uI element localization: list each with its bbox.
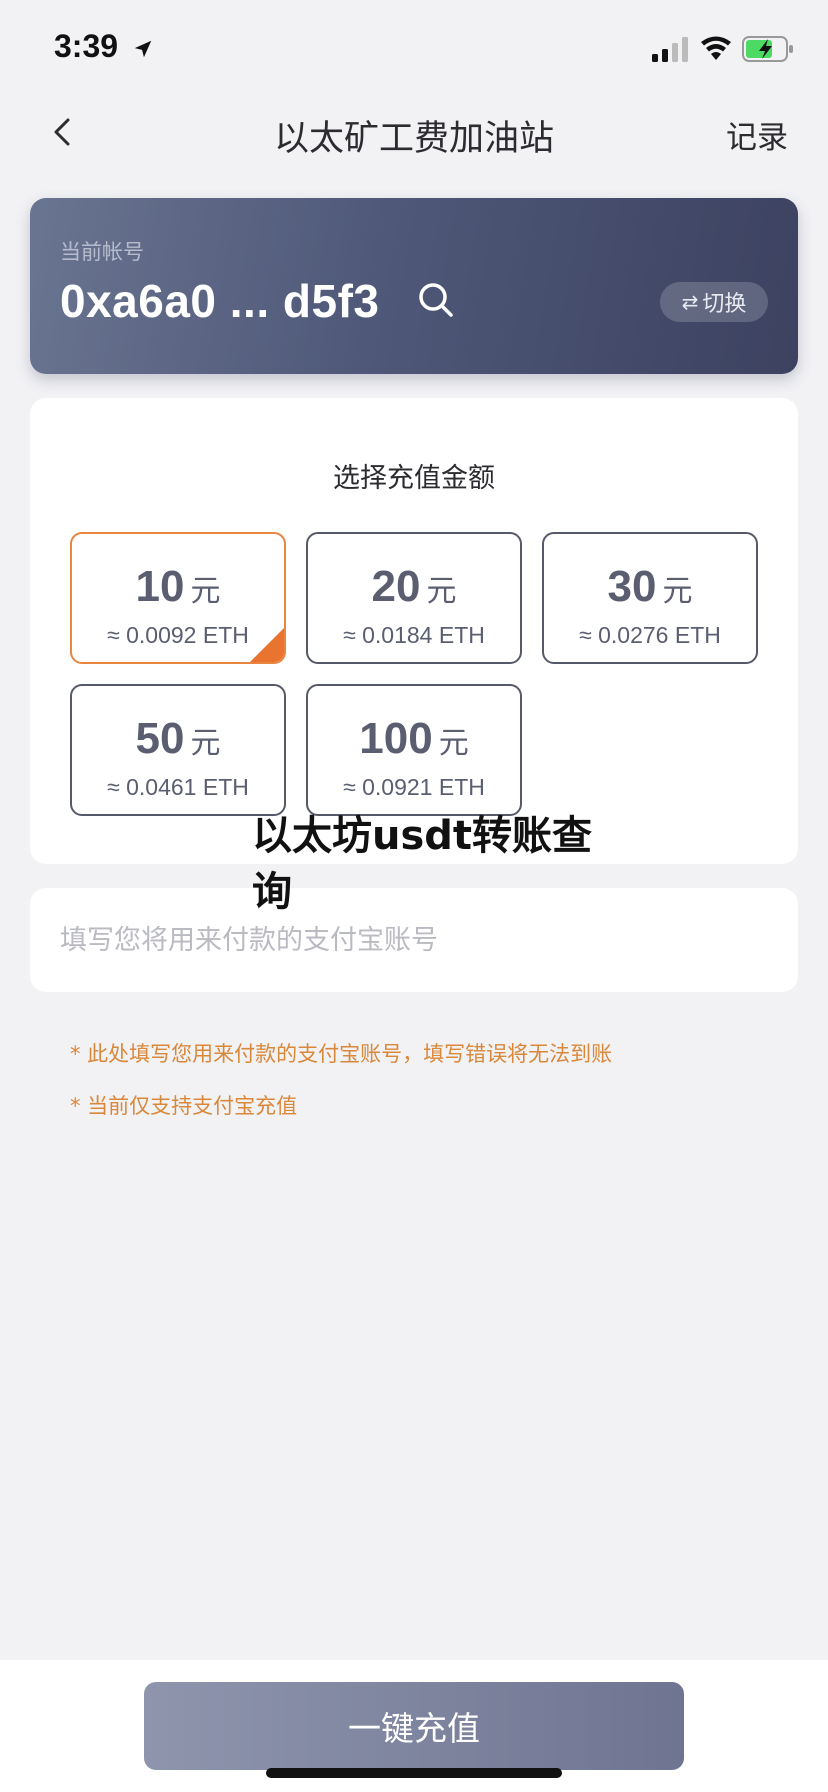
- amount-eth: ≈ 0.0184 ETH: [343, 622, 485, 648]
- wifi-icon: [701, 36, 731, 60]
- selected-corner-mark: [248, 626, 284, 662]
- amount-card: 选择充值金额 10 元 ≈ 0.0092 ETH 20 元 ≈ 0.0184 ETH…: [30, 398, 798, 864]
- bottom-bar: 一键充值: [0, 1660, 828, 1792]
- amount-eth: ≈ 0.0921 ETH: [343, 774, 485, 800]
- page-title: 以太矿工费加油站: [273, 119, 554, 159]
- location-arrow-icon: [134, 40, 152, 58]
- amount-eth: ≈ 0.0276 ETH: [579, 622, 721, 648]
- account-address: 0xa6a0 ... d5f3: [60, 275, 380, 327]
- switch-label: 切换: [702, 292, 747, 317]
- status-time: 3:39: [54, 28, 119, 64]
- amount-unit: 元: [438, 726, 469, 761]
- alipay-account-input[interactable]: [60, 914, 760, 966]
- amount-option-100[interactable]: 100 元 ≈ 0.0921 ETH: [306, 684, 522, 816]
- switch-account-button[interactable]: ⇄ 切换: [660, 282, 768, 322]
- search-icon[interactable]: [416, 280, 456, 320]
- note-alipay-account: * 此处填写您用来付款的支付宝账号，填写错误将无法到账: [70, 1042, 613, 1066]
- amount-value: 100: [359, 714, 433, 763]
- amount-unit: 元: [190, 574, 221, 609]
- amount-unit: 元: [190, 726, 221, 761]
- amount-unit: 元: [662, 574, 693, 609]
- home-indicator: [266, 1768, 562, 1778]
- recharge-button[interactable]: 一键充值: [144, 1682, 684, 1770]
- amount-value: 20: [371, 562, 421, 611]
- amount-value: 10: [135, 562, 185, 611]
- amount-option-20[interactable]: 20 元 ≈ 0.0184 ETH: [306, 532, 522, 664]
- amount-section-title: 选择充值金额: [333, 463, 495, 494]
- amount-option-50[interactable]: 50 元 ≈ 0.0461 ETH: [70, 684, 286, 816]
- swap-arrows-icon: ⇄: [681, 290, 699, 314]
- nav-bar: 以太矿工费加油站 记录: [0, 96, 828, 168]
- amount-value: 50: [135, 714, 185, 763]
- account-card: 当前帐号 0xa6a0 ... d5f3 ⇄ 切换: [30, 198, 798, 374]
- records-link[interactable]: 记录: [726, 112, 788, 157]
- amount-option-30[interactable]: 30 元 ≈ 0.0276 ETH: [542, 532, 758, 664]
- battery-charging-icon: [742, 36, 793, 62]
- amount-option-10[interactable]: 10 元 ≈ 0.0092 ETH: [70, 532, 286, 664]
- amount-value: 30: [607, 562, 657, 611]
- status-bar: 3:39: [0, 0, 828, 96]
- account-label: 当前帐号: [60, 240, 144, 264]
- amount-unit: 元: [426, 574, 457, 609]
- amount-eth: ≈ 0.0461 ETH: [107, 774, 249, 800]
- overlay-title: 以太坊usdt转账查询: [252, 813, 593, 915]
- note-alipay-only: * 当前仅支持支付宝充值: [70, 1094, 298, 1118]
- signal-icon: [652, 37, 688, 62]
